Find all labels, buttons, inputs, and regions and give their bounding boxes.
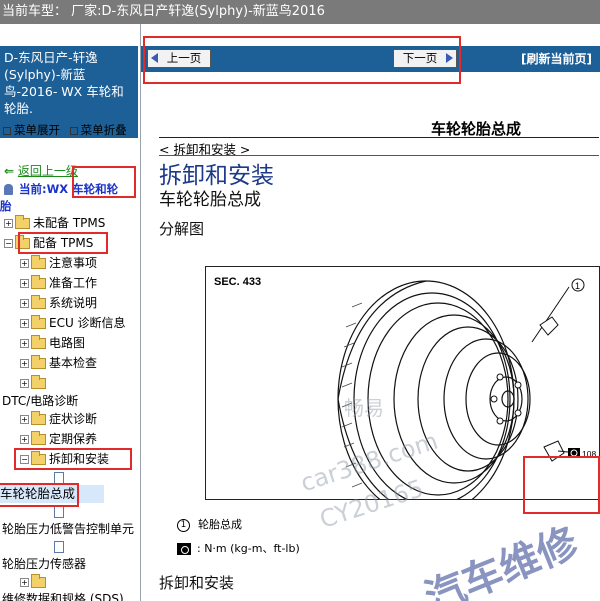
tree-item-system-description[interactable]: + 系统说明 — [20, 294, 97, 312]
expand-plus-icon[interactable]: + — [20, 379, 29, 388]
document-title: 车轮轮胎总成 — [431, 120, 522, 138]
tree-item-periodic-maintenance[interactable]: + 定期保养 — [20, 430, 97, 448]
highlight-box-removal — [14, 448, 132, 470]
left-navigation-panel: D-东风日产-轩逸 (Sylphy)-新蓝 鸟-2016- WX 车轮和 轮胎.… — [0, 24, 141, 601]
tree-item-ecu-diagnosis[interactable]: + ECU 诊断信息 — [20, 314, 126, 332]
back-arrow-icon: ⇐ — [4, 164, 15, 178]
user-icon — [4, 184, 13, 195]
current-value-cont: 胎 — [0, 199, 12, 213]
tree-item-sensor-folder[interactable]: + — [20, 573, 49, 591]
header-line-3: 鸟-2016- WX 车轮和 — [4, 84, 124, 99]
back-link-label: 返回上一级 — [17, 164, 78, 178]
legend-text: : N·m (kg-m、ft-lb) — [197, 542, 300, 555]
expand-plus-icon[interactable]: + — [20, 279, 29, 288]
tree-item-dtc-diagnosis[interactable]: DTC/电路诊断 — [2, 392, 78, 410]
tree-label: ECU 诊断信息 — [49, 316, 126, 330]
tree-item-tire-pressure-sensor[interactable]: 轮胎压力传感器 — [2, 555, 86, 573]
folder-icon — [31, 335, 46, 349]
document-content: 车轮轮胎总成 < 拆卸和安装 > 拆卸和安装 车轮轮胎总成 分解图 SEC. 4… — [141, 72, 600, 601]
expand-plus-icon[interactable]: + — [20, 359, 29, 368]
tree-label: 维修数据和规格 (SDS) — [2, 592, 124, 601]
expand-plus-icon[interactable]: + — [20, 339, 29, 348]
tree-item-symptom-diagnosis[interactable]: + 症状诊断 — [20, 410, 97, 428]
document-frame: 上一页 下一页 [刷新当前页] 车轮轮胎总成 < 拆卸和安装 > 拆卸和安装 车… — [141, 24, 600, 601]
tree-item-wiring-diagram[interactable]: + 电路图 — [20, 334, 85, 352]
header-line-2: (Sylphy)-新蓝 — [4, 67, 86, 82]
tree-label: 基本检查 — [49, 356, 98, 370]
tree-item-basic-inspection[interactable]: + 基本检查 — [20, 354, 97, 372]
document-icon — [54, 505, 64, 518]
document-icon — [54, 540, 64, 553]
expand-icon — [3, 126, 11, 135]
legend-item-2: : N·m (kg-m、ft-lb) — [177, 540, 300, 556]
folder-icon — [15, 215, 30, 229]
expand-plus-icon[interactable]: + — [20, 299, 29, 308]
expand-plus-icon[interactable]: + — [20, 319, 29, 328]
tree-item-tpms-control-unit[interactable]: 轮胎压力低警告控制单元 — [2, 520, 140, 538]
tree-item-unnamed[interactable]: + — [20, 374, 49, 392]
callout-number-1: 1 — [575, 281, 580, 291]
legend-text: 轮胎总成 — [198, 518, 242, 531]
tree-item-precautions[interactable]: + 注意事项 — [20, 254, 97, 272]
legend-number: 1 — [177, 518, 190, 532]
tree-item-no-tpms[interactable]: + 未配备 TPMS — [4, 214, 105, 232]
highlight-box-wheel-tire — [0, 483, 79, 507]
highlight-box-torque — [523, 456, 600, 514]
heading-removal-installation-2: 拆卸和安装 — [159, 574, 235, 592]
tree-label: DTC/电路诊断 — [2, 394, 79, 408]
expand-plus-icon[interactable]: + — [4, 219, 13, 228]
document-icon — [54, 471, 64, 484]
collapse-icon — [69, 126, 78, 135]
folder-icon — [31, 255, 46, 269]
folder-icon — [31, 315, 46, 329]
folder-icon — [31, 295, 46, 309]
tree-label: 未配备 TPMS — [33, 216, 106, 230]
highlight-box-current — [72, 166, 136, 198]
tree-label: 注意事项 — [49, 256, 98, 270]
menu-controls: 菜单展开 菜单折叠 — [0, 122, 140, 140]
tree-label: 系统说明 — [49, 296, 98, 310]
expand-plus-icon[interactable]: + — [20, 578, 29, 587]
folder-icon — [31, 431, 46, 445]
folder-icon — [31, 375, 46, 389]
highlight-box-tpms — [18, 232, 108, 254]
tree-item-sds[interactable]: 维修数据和规格 (SDS) — [2, 590, 124, 601]
folder-icon — [31, 411, 46, 425]
heading-wheel-tire: 车轮轮胎总成 — [159, 190, 261, 210]
menu-collapse-button[interactable]: 菜单折叠 — [81, 122, 127, 138]
app-window: 当前车型： 厂家:D-东风日产轩逸(Sylphy)-新蓝鸟2016 D-东风日产… — [0, 0, 600, 601]
title-rule — [159, 137, 599, 138]
refresh-page-link[interactable]: [刷新当前页] — [521, 50, 592, 67]
tree-doc-icon-3[interactable] — [54, 537, 64, 555]
expand-plus-icon[interactable]: + — [20, 435, 29, 444]
back-link[interactable]: ⇐ 返回上一级 — [4, 162, 78, 180]
expand-plus-icon[interactable]: + — [20, 415, 29, 424]
heading-exploded-view: 分解图 — [159, 220, 205, 238]
folder-icon — [31, 574, 46, 588]
tree-label: 症状诊断 — [49, 412, 98, 426]
tree-item-preparation[interactable]: + 准备工作 — [20, 274, 97, 292]
current-model-text: 当前车型： 厂家:D-东风日产轩逸(Sylphy)-新蓝鸟2016 — [2, 4, 325, 19]
folder-icon — [31, 275, 46, 289]
legend-item-1: 1 轮胎总成 — [177, 516, 242, 532]
expand-plus-icon[interactable]: + — [20, 259, 29, 268]
tree-label: 定期保养 — [49, 432, 98, 446]
header-line-4: 轮胎. — [4, 101, 33, 116]
current-model-bar: 当前车型： 厂家:D-东风日产轩逸(Sylphy)-新蓝鸟2016 — [0, 0, 600, 24]
tree-label: 电路图 — [49, 336, 86, 350]
collapse-minus-icon[interactable]: − — [4, 239, 13, 248]
header-line-1: D-东风日产-轩逸 — [4, 50, 98, 65]
menu-expand-button[interactable]: 菜单展开 — [14, 122, 60, 138]
torque-icon — [177, 543, 191, 555]
current-label: 当前: — [19, 182, 47, 196]
tree-label: 轮胎压力低警告控制单元 — [2, 522, 135, 536]
tree-label: 准备工作 — [49, 276, 98, 290]
folder-icon — [31, 355, 46, 369]
tree-label: 轮胎压力传感器 — [2, 557, 87, 571]
